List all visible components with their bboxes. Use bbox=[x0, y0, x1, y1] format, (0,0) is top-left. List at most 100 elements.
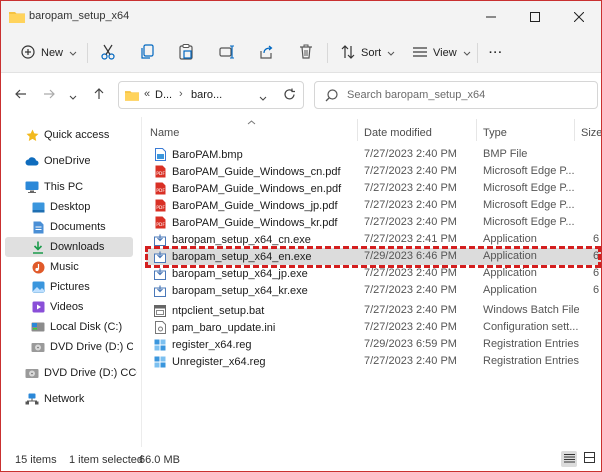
file-size: 6 bbox=[593, 267, 600, 279]
file-name: BaroPAM.bmp bbox=[172, 148, 243, 161]
title-bar: baropam_setup_x64 bbox=[1, 1, 601, 33]
table-row[interactable]: ntpclient_setup.bat 7/27/2023 2:40 PM Wi… bbox=[146, 302, 601, 319]
table-row[interactable]: baropam_setup_x64_kr.exe 7/27/2023 2:40 … bbox=[146, 282, 601, 299]
folder-icon bbox=[9, 10, 25, 26]
sidebar-item-music[interactable]: Music bbox=[5, 257, 133, 277]
cut-button[interactable] bbox=[101, 41, 115, 65]
pdf-file-icon: PDF bbox=[154, 182, 166, 195]
sidebar-item-dvd-drive-root[interactable]: DVD Drive (D:) CCCC bbox=[5, 363, 137, 383]
column-divider[interactable] bbox=[476, 119, 477, 141]
dvd-icon bbox=[25, 366, 39, 380]
tiles-view-button[interactable] bbox=[581, 451, 597, 467]
recent-chevron-icon[interactable] bbox=[69, 91, 77, 103]
column-header-type[interactable]: Type bbox=[483, 121, 507, 145]
column-header-date[interactable]: Date modified bbox=[364, 121, 432, 145]
address-bar[interactable]: « D... › baro... bbox=[118, 81, 304, 109]
sidebar-item-quick-access[interactable]: Quick access bbox=[5, 125, 133, 145]
svg-text:PDF: PDF bbox=[156, 188, 165, 194]
address-segment-folder[interactable]: baro... bbox=[191, 89, 222, 101]
scissors-icon bbox=[101, 44, 115, 63]
table-row[interactable]: Unregister_x64.reg 7/27/2023 2:40 PM Reg… bbox=[146, 353, 601, 370]
address-overflow[interactable]: « bbox=[144, 88, 150, 100]
file-type: Windows Batch File bbox=[483, 304, 579, 316]
file-date: 7/27/2023 2:40 PM bbox=[364, 284, 457, 296]
sidebar-item-videos[interactable]: Videos bbox=[5, 297, 133, 317]
sort-ascending-icon bbox=[247, 117, 256, 127]
file-name: baropam_setup_x64_jp.exe bbox=[172, 267, 308, 280]
table-row[interactable]: PDF BaroPAM_Guide_Windows_jp.pdf 7/27/202… bbox=[146, 197, 601, 214]
table-row[interactable]: PDF BaroPAM_Guide_Windows_kr.pdf 7/27/202… bbox=[146, 214, 601, 231]
file-date: 7/27/2023 2:40 PM bbox=[364, 182, 457, 194]
folder-icon bbox=[125, 89, 139, 104]
table-row[interactable]: BaroPAM.bmp 7/27/2023 2:40 PM BMP File bbox=[146, 146, 601, 163]
search-box[interactable]: Search baropam_setup_x64 bbox=[314, 81, 598, 109]
file-name: baropam_setup_x64_kr.exe bbox=[172, 284, 308, 297]
svg-text:PDF: PDF bbox=[156, 222, 165, 228]
table-row[interactable]: register_x64.reg 7/29/2023 6:59 PM Regis… bbox=[146, 336, 601, 353]
sidebar-item-label: Music bbox=[50, 261, 79, 273]
back-arrow-icon[interactable] bbox=[15, 88, 27, 103]
star-icon bbox=[25, 128, 39, 142]
address-row: « D... › baro... Search baropam_setup_x6… bbox=[1, 73, 601, 117]
table-row[interactable]: PDF BaroPAM_Guide_Windows_cn.pdf 7/27/202… bbox=[146, 163, 601, 180]
forward-arrow-icon[interactable] bbox=[43, 88, 55, 103]
address-segment-drive[interactable]: D... bbox=[155, 89, 172, 101]
file-date: 7/29/2023 6:59 PM bbox=[364, 338, 457, 350]
file-name: BaroPAM_Guide_Windows_kr.pdf bbox=[172, 216, 338, 229]
file-type: Microsoft Edge P... bbox=[483, 199, 575, 211]
maximize-button[interactable] bbox=[513, 1, 557, 33]
up-arrow-icon[interactable] bbox=[93, 88, 105, 103]
view-button[interactable]: View bbox=[413, 41, 471, 65]
rename-button[interactable] bbox=[219, 41, 235, 65]
close-button[interactable] bbox=[557, 1, 601, 33]
music-icon bbox=[31, 260, 45, 274]
sidebar-item-label: Downloads bbox=[50, 241, 105, 253]
share-button[interactable] bbox=[259, 41, 273, 65]
tiles-view-icon bbox=[583, 452, 595, 466]
chevron-down-icon bbox=[387, 47, 395, 59]
delete-button[interactable] bbox=[299, 41, 313, 65]
file-name: BaroPAM_Guide_Windows_cn.pdf bbox=[172, 165, 341, 178]
column-header-name[interactable]: Name bbox=[150, 121, 179, 145]
sidebar-item-label: Desktop bbox=[50, 201, 91, 213]
sidebar-item-downloads[interactable]: Downloads bbox=[5, 237, 133, 257]
file-date: 7/27/2023 2:40 PM bbox=[364, 304, 457, 316]
refresh-icon[interactable] bbox=[283, 88, 296, 104]
network-icon bbox=[25, 392, 39, 406]
sidebar-item-pictures[interactable]: Pictures bbox=[5, 277, 133, 297]
bat-file-icon bbox=[154, 304, 166, 317]
column-divider[interactable] bbox=[574, 119, 575, 141]
table-row[interactable]: pam_baro_update.ini 7/27/2023 2:40 PM Co… bbox=[146, 319, 601, 336]
column-divider[interactable] bbox=[357, 119, 358, 141]
sidebar-item-desktop[interactable]: Desktop bbox=[5, 197, 133, 217]
copy-button[interactable] bbox=[141, 41, 155, 65]
new-button-label: New bbox=[41, 47, 64, 59]
sidebar-item-label: This PC bbox=[44, 181, 84, 193]
file-name: ntpclient_setup.bat bbox=[172, 304, 265, 317]
sidebar-item-documents[interactable]: Documents bbox=[5, 217, 133, 237]
file-date: 7/27/2023 2:40 PM bbox=[364, 199, 457, 211]
minimize-button[interactable] bbox=[469, 1, 513, 33]
sidebar-item-dvd-drive[interactable]: DVD Drive (D:) CCCC bbox=[5, 337, 133, 357]
exe-file-icon bbox=[154, 233, 166, 246]
file-size: 6 bbox=[593, 284, 600, 296]
view-list-icon bbox=[413, 46, 427, 61]
search-placeholder: Search baropam_setup_x64 bbox=[347, 89, 486, 101]
address-dropdown-icon[interactable] bbox=[259, 92, 267, 104]
details-view-button[interactable] bbox=[561, 451, 577, 467]
sidebar-item-this-pc[interactable]: This PC bbox=[5, 177, 133, 197]
document-icon bbox=[31, 220, 45, 234]
command-bar: New Sort View ··· bbox=[1, 33, 601, 73]
sidebar-item-local-disk[interactable]: Local Disk (C:) bbox=[5, 317, 133, 337]
sort-button[interactable]: Sort bbox=[341, 41, 395, 65]
paste-button[interactable] bbox=[179, 41, 193, 65]
file-date: 7/27/2023 2:41 PM bbox=[364, 233, 457, 245]
sidebar-item-onedrive[interactable]: OneDrive bbox=[5, 151, 133, 171]
column-header-size[interactable]: Size bbox=[581, 121, 601, 145]
table-row[interactable]: PDF BaroPAM_Guide_Windows_en.pdf 7/27/202… bbox=[146, 180, 601, 197]
file-name: BaroPAM_Guide_Windows_en.pdf bbox=[172, 182, 342, 195]
new-button[interactable]: New bbox=[21, 41, 77, 65]
sidebar-item-network[interactable]: Network bbox=[5, 389, 133, 409]
more-options-button[interactable]: ··· bbox=[489, 41, 503, 65]
video-icon bbox=[31, 300, 45, 314]
